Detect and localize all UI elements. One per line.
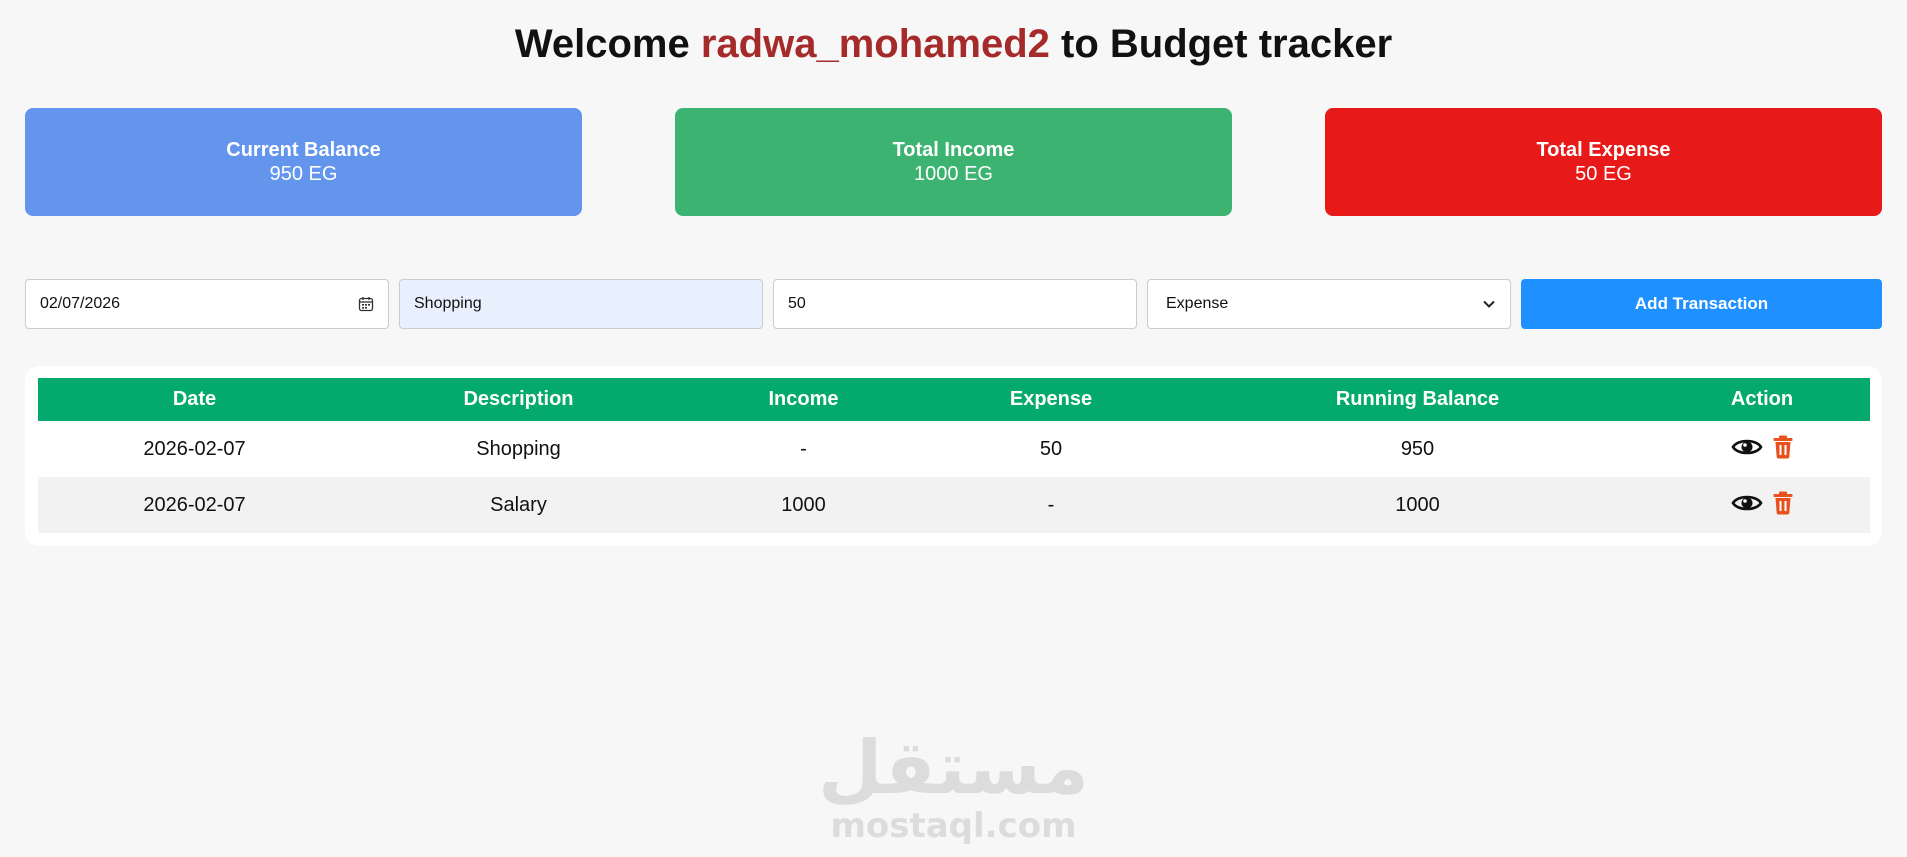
cell-running-balance: 1000	[1181, 477, 1654, 533]
current-balance-amount: 950 EG	[269, 163, 338, 185]
table-header-row: Date Description Income Expense Running …	[38, 378, 1870, 421]
transactions-table: Date Description Income Expense Running …	[38, 378, 1870, 533]
cell-date: 2026-02-07	[38, 477, 351, 533]
cell-date: 2026-02-07	[143, 437, 246, 460]
header-date: Date	[38, 378, 351, 421]
total-expense-amount: 50 EG	[1575, 163, 1632, 185]
cell-running-balance: 950	[1400, 437, 1435, 460]
table-row: 2026-02-07 Shopping - 50 950	[38, 421, 1870, 477]
eye-icon[interactable]	[1731, 492, 1763, 514]
description-value: Shopping	[414, 295, 482, 312]
header-expense: Expense	[921, 378, 1181, 421]
welcome-text: Welcome	[514, 22, 690, 66]
description-input[interactable]: Shopping	[399, 279, 763, 329]
transactions-panel: Date Description Income Expense Running …	[25, 366, 1882, 546]
date-value: 02/07/2026	[40, 295, 121, 312]
current-balance-label: Current Balance	[226, 139, 381, 161]
mostaql-watermark: مستقل mostaql.com	[0, 728, 1907, 844]
chevron-down-icon	[1482, 297, 1496, 311]
total-expense-card: Total Expense 50 EG	[1325, 108, 1882, 216]
title-suffix: to Budget tracker	[1061, 22, 1393, 66]
transaction-form: 02/07/2026 Shopping 50 Expense Add Trans…	[25, 279, 1882, 329]
header-income: Income	[686, 378, 921, 421]
watermark-arabic: مستقل	[818, 725, 1089, 811]
trash-icon[interactable]	[1773, 491, 1793, 515]
total-income-amount: 1000 EG	[914, 163, 993, 185]
page-title: Welcome radwa_mohamed2 to Budget tracker	[0, 22, 1907, 67]
cell-expense: -	[921, 477, 1181, 533]
cell-expense: 50	[1039, 437, 1063, 460]
watermark-latin: mostaql.com	[830, 806, 1077, 846]
current-balance-card: Current Balance 950 EG	[25, 108, 582, 216]
cell-actions	[1654, 421, 1870, 477]
total-income-label: Total Income	[892, 139, 1015, 161]
type-select[interactable]: Expense	[1147, 279, 1511, 329]
header-action: Action	[1654, 378, 1870, 421]
total-expense-label: Total Expense	[1536, 139, 1671, 161]
date-input[interactable]: 02/07/2026	[25, 279, 389, 329]
cell-income: 1000	[686, 477, 921, 533]
eye-icon[interactable]	[1731, 436, 1763, 458]
username: radwa_mohamed2	[700, 22, 1050, 66]
total-income-card: Total Income 1000 EG	[675, 108, 1232, 216]
type-selected-value: Expense	[1166, 295, 1229, 312]
summary-cards: Current Balance 950 EG Total Income 1000…	[25, 108, 1882, 216]
add-transaction-button[interactable]: Add Transaction	[1521, 279, 1882, 329]
amount-input[interactable]: 50	[773, 279, 1137, 329]
cell-description: Shopping	[476, 437, 561, 460]
calendar-icon[interactable]	[358, 296, 374, 312]
trash-icon[interactable]	[1773, 435, 1793, 459]
cell-actions	[1654, 477, 1870, 533]
table-row: 2026-02-07 Salary 1000 - 1000	[38, 477, 1870, 533]
amount-value: 50	[788, 295, 806, 312]
cell-income: -	[800, 437, 807, 460]
header-description: Description	[351, 378, 686, 421]
header-running-balance: Running Balance	[1181, 378, 1654, 421]
cell-description: Salary	[351, 477, 686, 533]
